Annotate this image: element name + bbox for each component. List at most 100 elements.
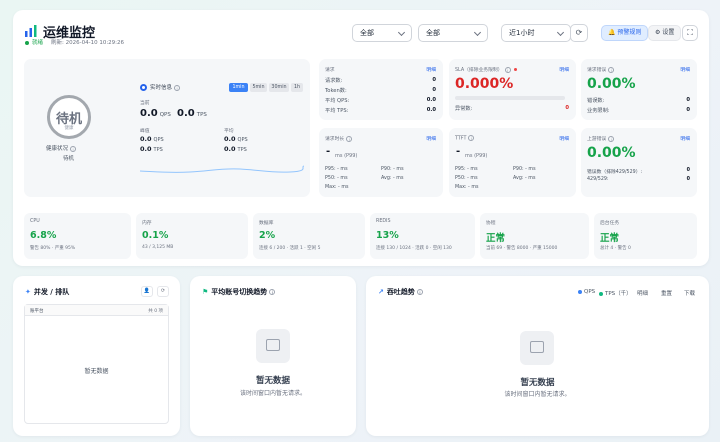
info-icon[interactable]: i xyxy=(468,135,475,141)
current-qps: 0.0 QPS xyxy=(140,108,171,119)
ttft-avg: Avg: - ms xyxy=(513,176,536,181)
alert-rules-button[interactable]: 🔔 预警规则 xyxy=(601,25,649,41)
health-value: 待机 xyxy=(63,156,75,162)
concurrency-empty: 暂无数据 xyxy=(84,368,109,375)
chevron-down-icon xyxy=(473,28,482,37)
gear-icon: ⚙ xyxy=(655,29,661,36)
resource-value: 2% xyxy=(259,230,276,241)
chevron-down-icon xyxy=(556,28,565,37)
legend-qps-dot xyxy=(578,289,582,294)
switch-trend-panel: ⚑ 平均账号切换趋势 i 暂无数据 该时间窗口内暂无请求。 xyxy=(190,276,356,436)
info-icon[interactable]: i xyxy=(269,289,276,295)
req-error-detail-link[interactable]: 明细 xyxy=(680,66,690,73)
resource-title: 内存 xyxy=(142,221,152,226)
throughput-download-tab[interactable]: 下载 xyxy=(684,289,695,297)
duration-title: 请求时长 xyxy=(325,137,345,142)
resource-cpu: CPU 6.8% 警告 80% · 严重 95% xyxy=(24,213,131,259)
duration-card: 请求时长 i 明细 - ms (P99) P95: - ms P50: - ms … xyxy=(319,128,443,197)
concurrency-panel: ✦ 并发 / 排队 👤 ⟳ 账平台 共 0 项 暂无数据 xyxy=(13,276,180,436)
resource-sub: 43 / 3,125 MB xyxy=(142,245,174,250)
upstream-detail-link[interactable]: 明细 xyxy=(680,135,690,142)
duration-avg: Avg: - ms xyxy=(381,176,404,181)
upstream-429-label: 429/529: xyxy=(587,177,609,182)
requests-card: 请求 明细 请求数: 0 Token数: 0 平均 QPS: 0.0 平均 TP… xyxy=(319,59,443,120)
throughput-reset-tab[interactable]: 重置 xyxy=(661,289,672,297)
info-icon[interactable]: i xyxy=(416,289,423,295)
resource-sub: 当前 69 · 警告 8000 · 严重 15000 xyxy=(486,246,558,251)
refresh-icon: ⟳ xyxy=(160,288,166,294)
resource-sub: 连接 130 / 1024 · 活跃 0 · 空闲 130 xyxy=(376,246,452,251)
info-icon[interactable]: i xyxy=(504,66,511,73)
avg-tps: 0.0 TPS xyxy=(224,145,247,153)
resource-value: 正常 xyxy=(486,233,506,244)
info-icon[interactable]: i xyxy=(346,135,353,142)
refresh-time: 刷新: 2026-04-10 10:29:26 xyxy=(51,40,125,46)
sla-detail-link[interactable]: 明细 xyxy=(559,66,569,73)
status-row: 就绪 刷新: 2026-04-10 10:29:26 xyxy=(25,38,124,46)
col-platform: 账平台 xyxy=(30,309,44,314)
fullscreen-button[interactable]: ⛶ xyxy=(682,25,698,41)
sla-progress-bar xyxy=(455,96,565,100)
req-error-title-row: 请求错误 i xyxy=(587,66,615,73)
seg-1h[interactable]: 1h xyxy=(291,83,303,92)
health-label-row: 健康状况 i xyxy=(46,144,77,152)
time-range-select[interactable]: 近1小时 xyxy=(501,24,571,42)
legend-qps[interactable]: QPS xyxy=(578,289,595,295)
col-count: 共 0 项 xyxy=(148,309,163,314)
requests-detail-link[interactable]: 明细 xyxy=(426,66,436,73)
req-error-count-label: 错误数: xyxy=(587,98,605,104)
status-dot xyxy=(25,40,29,45)
resource-title: REDIS xyxy=(376,219,391,224)
current-tps: 0.0 TPS xyxy=(177,108,207,119)
legend-tps[interactable]: TPS（千） xyxy=(599,289,632,297)
settings-label: 设置 xyxy=(662,29,675,36)
upstream-title: 上游错误 xyxy=(587,137,607,142)
trend-icon: ↗ xyxy=(378,288,384,296)
ttft-title-row: TTFT i xyxy=(455,135,475,142)
flag-icon: ⚑ xyxy=(202,288,209,296)
upstream-excl-value: 0 xyxy=(686,168,690,173)
info-icon[interactable]: i xyxy=(608,135,615,142)
group-select-value: 全部 xyxy=(426,29,440,37)
group-select[interactable]: 全部 xyxy=(418,24,488,42)
throughput-detail-tab[interactable]: 明细 xyxy=(637,289,648,297)
settings-button[interactable]: ⚙ 设置 xyxy=(648,25,682,41)
sla-exception-value: 0 xyxy=(565,105,569,111)
info-icon[interactable]: i xyxy=(174,84,181,91)
user-filter-button[interactable]: 👤 xyxy=(141,286,153,297)
ttft-detail-link[interactable]: 明细 xyxy=(559,135,569,142)
health-ring-sub: 健康 xyxy=(64,126,74,131)
seg-5min[interactable]: 5min xyxy=(250,83,267,92)
seg-1min[interactable]: 1min xyxy=(229,83,248,92)
request-error-card: 请求错误 i 明细 0.00% 错误数: 0 业务限制: 0 xyxy=(581,59,697,120)
duration-detail-link[interactable]: 明细 xyxy=(426,135,436,142)
duration-p99-value: - xyxy=(326,146,331,157)
info-icon[interactable]: i xyxy=(70,145,77,152)
resource-goroutine: 协程 正常 当前 69 · 警告 8000 · 严重 15000 xyxy=(480,213,589,259)
platform-select[interactable]: 全部 xyxy=(352,24,412,42)
sla-value: 0.000% xyxy=(455,76,514,92)
realtime-radio[interactable] xyxy=(140,84,147,91)
throughput-title: 吞吐趋势 xyxy=(386,288,415,296)
chevron-down-icon xyxy=(397,28,406,37)
info-icon[interactable]: i xyxy=(608,66,615,73)
sla-title: SLA（排除业务限制） xyxy=(455,68,503,73)
realtime-sparkline xyxy=(140,165,304,173)
token-count-label: Token数: xyxy=(325,88,347,94)
health-label: 健康状况 xyxy=(46,146,69,152)
concurrency-refresh-button[interactable]: ⟳ xyxy=(157,286,169,297)
ttft-p90: P90: - ms xyxy=(513,167,536,172)
empty-inbox-icon xyxy=(520,331,554,365)
chart-logo-icon xyxy=(25,25,37,37)
refresh-button[interactable]: ⟳ xyxy=(570,24,588,42)
switch-trend-title-row: ⚑ 平均账号切换趋势 i xyxy=(202,287,276,297)
sla-title-row: SLA（排除业务限制） i xyxy=(455,66,517,73)
health-realtime-card: 待机 健康 健康状况 i 待机 实时信息 i 1min 5min 30min 1h … xyxy=(24,59,310,197)
seg-30min[interactable]: 30min xyxy=(269,83,289,92)
resource-memory: 内存 0.1% 43 / 3,125 MB xyxy=(136,213,248,259)
upstream-error-card: 上游错误 i 明细 0.00% 错误数（排除429/529）: 0 429/529… xyxy=(581,128,697,197)
current-label: 当前 xyxy=(140,101,150,106)
resource-value: 13% xyxy=(376,230,399,241)
platform-select-value: 全部 xyxy=(360,29,374,37)
avg-label: 平均 xyxy=(224,129,234,134)
